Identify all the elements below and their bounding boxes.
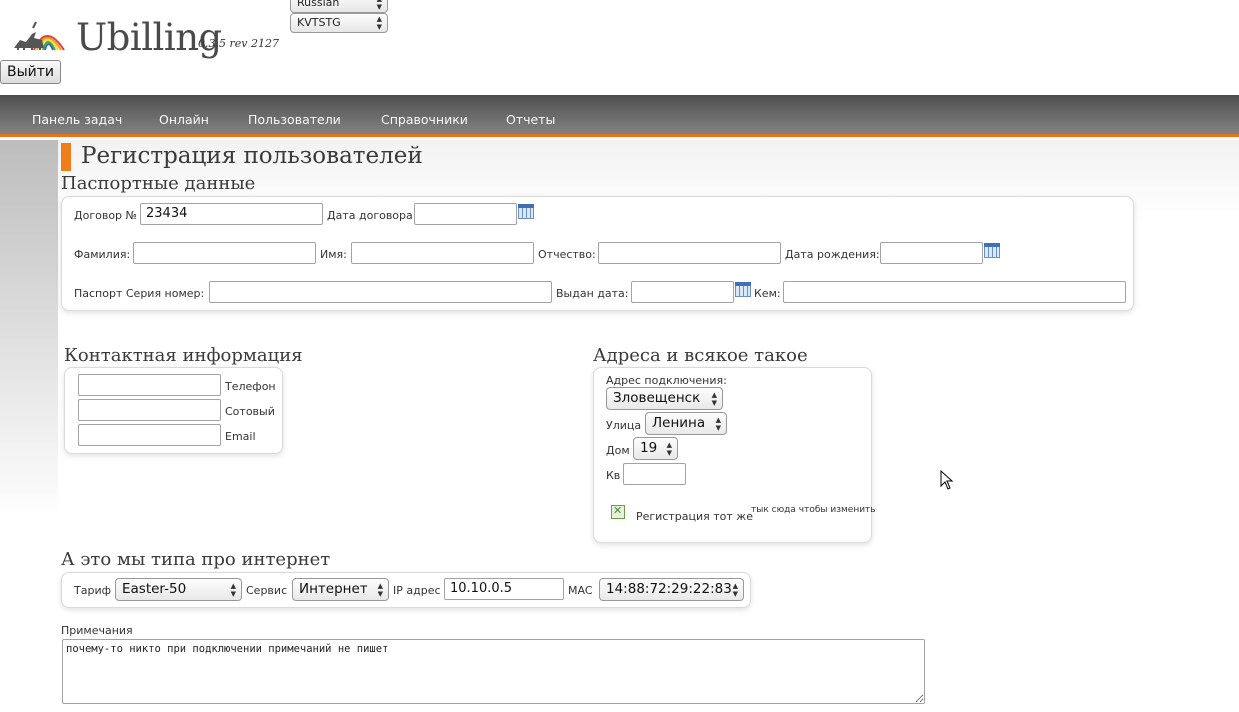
nav-item-reports[interactable]: Отчеты xyxy=(506,112,555,127)
phone-input[interactable] xyxy=(78,374,221,396)
passport-number-input[interactable] xyxy=(209,281,552,303)
birthdate-input[interactable] xyxy=(880,242,983,264)
patronymic-input[interactable] xyxy=(598,242,781,264)
calendar-icon[interactable] xyxy=(518,204,534,219)
title-accent-bar xyxy=(61,143,71,171)
issued-date-label: Выдан дата: xyxy=(556,287,629,300)
tariff-select-value: Easter-50 xyxy=(122,581,187,597)
same-registration-label: Регистрация тот же xyxy=(636,510,753,523)
logout-button[interactable]: Выйти xyxy=(0,60,61,84)
issued-by-label: Кем: xyxy=(754,287,781,300)
name-label: Имя: xyxy=(320,248,347,261)
city-select-value: Зловещенск xyxy=(613,390,701,406)
select-arrows-icon: ▲▼ xyxy=(715,416,721,432)
user-select[interactable]: KVTSTG ▲ ▼ xyxy=(290,13,388,33)
nav-item-online[interactable]: Онлайн xyxy=(159,112,209,127)
nav-item-dashboard[interactable]: Панель задач xyxy=(32,112,122,127)
passport-section-title: Паспортные данные xyxy=(61,173,256,194)
select-arrows-icon: ▲▼ xyxy=(666,441,672,457)
select-arrows-icon: ▲▼ xyxy=(711,391,717,407)
house-select-value: 19 xyxy=(640,440,658,456)
surname-input[interactable] xyxy=(133,242,316,264)
ip-input[interactable]: 10.10.0.5 xyxy=(444,578,564,600)
phone-label: Телефон xyxy=(225,380,276,393)
passport-number-label: Паспорт Серия номер: xyxy=(74,287,205,300)
sidebar-shade xyxy=(0,140,58,520)
house-label: Дом xyxy=(606,444,630,457)
issued-date-input[interactable] xyxy=(631,281,734,303)
select-arrows-icon: ▲▼ xyxy=(377,582,383,598)
language-select[interactable]: Russian ▲▼ xyxy=(290,0,388,13)
city-select[interactable]: Зловещенск ▲ ▼ xyxy=(606,387,723,410)
calendar-icon[interactable] xyxy=(735,282,751,297)
mac-select[interactable]: 14:88:72:29:22:83 ▲ ▼ xyxy=(599,578,744,601)
change-hint-link[interactable]: тык сюда чтобы изменить xyxy=(751,505,876,515)
user-select-value: KVTSTG xyxy=(297,16,341,29)
service-select-value: Интернет xyxy=(299,581,368,597)
service-label: Сервис xyxy=(246,584,288,597)
contract-label: Договор № xyxy=(74,209,137,222)
patronymic-label: Отчество: xyxy=(538,248,596,261)
language-select-value: Russian xyxy=(297,0,340,9)
internet-section-title: А это мы типа про интернет xyxy=(61,549,331,570)
select-arrows-icon: ▲▼ xyxy=(376,15,382,31)
surname-label: Фамилия: xyxy=(74,248,131,261)
mobile-label: Сотовый xyxy=(225,405,275,418)
nav-item-users[interactable]: Пользователи xyxy=(248,112,341,127)
select-arrows-icon: ▲▼ xyxy=(230,582,236,598)
notes-label: Примечания xyxy=(61,624,133,637)
notes-textarea[interactable]: почему-то никто при подключении примечан… xyxy=(62,639,925,704)
contract-date-label: Дата договора xyxy=(327,209,413,222)
page-title: Регистрация пользователей xyxy=(81,143,423,169)
mouse-cursor-icon xyxy=(940,470,954,490)
select-arrows-icon: ▲▼ xyxy=(376,0,382,11)
mobile-input[interactable] xyxy=(78,399,221,421)
logo-icon xyxy=(14,21,65,51)
mac-label: MAC xyxy=(568,584,593,597)
birthdate-label: Дата рождения: xyxy=(785,248,880,261)
select-arrows-icon: ▲▼ xyxy=(732,582,738,598)
contacts-section-title: Контактная информация xyxy=(64,345,303,366)
street-select-value: Ленина xyxy=(652,415,706,431)
mac-select-value: 14:88:72:29:22:83 xyxy=(606,581,732,597)
tariff-label: Тариф xyxy=(74,584,111,597)
name-input[interactable] xyxy=(351,242,534,264)
same-registration-checkbox[interactable] xyxy=(611,504,625,519)
address-section-title: Адреса и всякое такое xyxy=(593,345,808,366)
street-select[interactable]: Ленина ▲ ▼ xyxy=(645,412,727,435)
issued-by-input[interactable] xyxy=(783,281,1126,303)
contract-number-input[interactable]: 23434 xyxy=(140,203,323,225)
nav-item-directories[interactable]: Справочники xyxy=(381,112,468,127)
email-label: Email xyxy=(225,430,256,443)
house-select[interactable]: 19 ▲ ▼ xyxy=(633,437,678,460)
apartment-label: Кв xyxy=(606,469,621,482)
street-label: Улица xyxy=(606,419,642,432)
calendar-icon[interactable] xyxy=(984,243,1000,258)
app-version: 0.3.5 rev 2127 xyxy=(198,37,279,50)
service-select[interactable]: Интернет ▲ ▼ xyxy=(292,578,389,601)
contract-date-input[interactable] xyxy=(414,203,517,225)
email-input[interactable] xyxy=(78,424,221,446)
main-nav: Панель задач Онлайн Пользователи Справоч… xyxy=(0,95,1239,137)
connect-address-label: Адрес подключения: xyxy=(606,374,727,387)
apartment-input[interactable] xyxy=(623,463,686,485)
ip-label: IP адрес xyxy=(393,584,441,597)
tariff-select[interactable]: Easter-50 ▲ ▼ xyxy=(115,578,242,601)
